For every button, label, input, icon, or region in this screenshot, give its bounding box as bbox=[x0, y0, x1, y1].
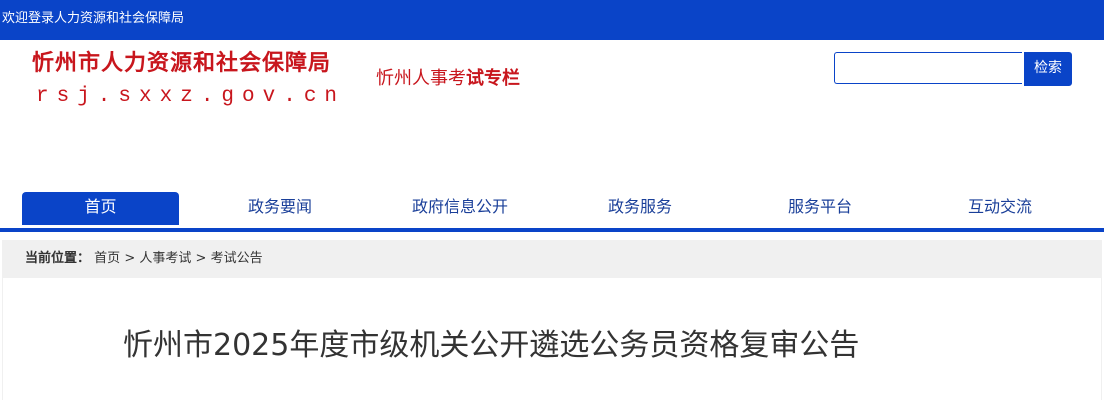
breadcrumb-label: 当前位置： bbox=[25, 251, 91, 266]
breadcrumb-item-announcements[interactable]: 考试公告 bbox=[211, 251, 263, 266]
nav-item-services[interactable]: 政务服务 bbox=[560, 192, 720, 225]
breadcrumb: 当前位置： 首页 > 人事考试 > 考试公告 bbox=[25, 250, 263, 268]
exam-column-link-prefix: 忻州人事考 bbox=[376, 68, 466, 89]
exam-column-link-bold: 试专栏 bbox=[466, 68, 520, 89]
breadcrumb-bar: 当前位置： 首页 > 人事考试 > 考试公告 bbox=[2, 240, 1102, 278]
nav-item-news[interactable]: 政务要闻 bbox=[200, 192, 360, 225]
search-button[interactable]: 检索 bbox=[1024, 52, 1072, 86]
site-logo-name[interactable]: 忻州市人力资源和社会保障局 bbox=[32, 49, 331, 79]
exam-column-link[interactable]: 忻州人事考试专栏 bbox=[376, 67, 520, 91]
nav-item-interaction[interactable]: 互动交流 bbox=[920, 192, 1080, 225]
main-nav: 首页 政务要闻 政府信息公开 政务服务 服务平台 互动交流 bbox=[0, 190, 1104, 233]
site-logo-url[interactable]: rsj.sxxz.gov.cn bbox=[36, 84, 345, 110]
nav-underline bbox=[0, 228, 1104, 232]
breadcrumb-separator: > bbox=[195, 251, 207, 266]
breadcrumb-item-exams[interactable]: 人事考试 bbox=[139, 251, 191, 266]
welcome-text: 欢迎登录人力资源和社会保障局 bbox=[2, 11, 185, 26]
breadcrumb-item-home[interactable]: 首页 bbox=[94, 251, 120, 266]
article-title: 忻州市2025年度市级机关公开遴选公务员资格复审公告 bbox=[123, 328, 860, 363]
breadcrumb-separator: > bbox=[124, 251, 136, 266]
nav-item-platform[interactable]: 服务平台 bbox=[740, 192, 900, 225]
nav-item-gov-info[interactable]: 政府信息公开 bbox=[380, 192, 540, 225]
nav-item-home[interactable]: 首页 bbox=[22, 192, 179, 225]
search-input[interactable] bbox=[834, 52, 1022, 84]
top-bar: 欢迎登录人力资源和社会保障局 bbox=[0, 0, 1104, 40]
